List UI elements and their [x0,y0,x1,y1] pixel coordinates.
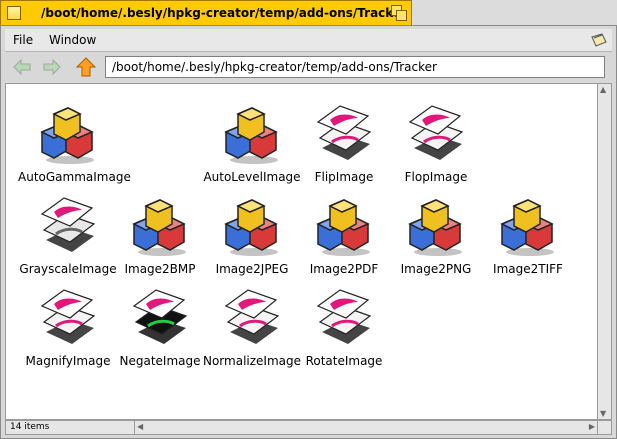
file-icon-item[interactable]: RotateImage [294,286,394,368]
close-box-icon[interactable] [7,6,21,20]
image-pages-icon [220,286,284,350]
file-name-label: Image2JPEG [215,262,289,276]
image-pages-icon [312,286,376,350]
file-name-label: Image2BMP [124,262,196,276]
path-field[interactable]: /boot/home/.besly/hpkg-creator/temp/add-… [105,56,605,78]
file-icon-item[interactable]: Image2TIFF [478,194,578,276]
scroll-up-icon[interactable]: ▲ [600,85,606,94]
image-pages-icon [36,286,100,350]
window-title-tab[interactable]: /boot/home/.besly/hpkg-creator/temp/add-… [0,0,412,26]
file-name-label: AutoGammaImage [18,170,131,184]
addon-cubes-icon [36,102,100,166]
scroll-right-icon[interactable]: ▶ [589,422,595,431]
file-name-label: GrayscaleImage [19,262,117,276]
file-icon-item[interactable]: MagnifyImage [18,286,118,368]
arrow-left-icon[interactable] [11,56,33,78]
tracker-window: File Window /boot/home/.besly/hpkg-creat… [0,25,617,439]
file-icon-item[interactable]: Image2BMP [110,194,210,276]
horizontal-scrollbar[interactable]: ◀ ▶ [135,420,598,435]
addon-cubes-icon [496,194,560,258]
file-icon-item[interactable]: NormalizeImage [202,286,302,368]
file-name-label: RotateImage [305,354,383,368]
file-name-label: Image2PNG [400,262,472,276]
menu-window[interactable]: Window [49,33,96,47]
file-name-label: FlopImage [404,170,468,184]
file-icon-item[interactable]: FlopImage [386,102,486,184]
file-icon-item[interactable]: Image2JPEG [202,194,302,276]
file-icon-item[interactable]: GrayscaleImage [18,194,118,276]
window-title: /boot/home/.besly/hpkg-creator/temp/add-… [41,6,408,20]
file-icon-item[interactable]: AutoGammaImage [18,102,131,184]
image-pages-icon [312,102,376,166]
file-icon-item[interactable]: NegateImage [110,286,210,368]
file-name-label: AutoLevelImage [203,170,301,184]
vertical-scrollbar[interactable]: ▲ ▼ [598,83,612,420]
file-name-label: FlipImage [314,170,374,184]
image-pages-icon [128,286,192,350]
arrow-right-icon[interactable] [41,56,63,78]
resize-grip-icon[interactable] [598,420,612,435]
addon-cubes-icon [220,194,284,258]
zoom-box-icon[interactable] [391,5,407,21]
tracker-menu-icon[interactable] [590,32,608,48]
file-name-label: MagnifyImage [25,354,111,368]
file-icon-item[interactable]: Image2PDF [294,194,394,276]
navigation-toolbar: /boot/home/.besly/hpkg-creator/temp/add-… [5,52,612,82]
file-icon-item[interactable]: Image2PNG [386,194,486,276]
image-pages-icon [404,102,468,166]
addon-cubes-icon [220,102,284,166]
scroll-left-icon[interactable]: ◀ [137,422,143,431]
arrow-up-icon[interactable] [75,56,97,78]
menu-file[interactable]: File [13,33,33,47]
file-icon-view[interactable]: AutoGammaImage AutoLevelImage FlipImage … [5,83,598,420]
menu-bar: File Window [5,29,612,52]
addon-cubes-icon [128,194,192,258]
file-name-label: Image2TIFF [493,262,563,276]
addon-cubes-icon [312,194,376,258]
addon-cubes-icon [404,194,468,258]
status-count: 14 items [5,420,135,435]
file-name-label: NormalizeImage [202,354,301,368]
scroll-down-icon[interactable]: ▼ [600,409,606,418]
file-name-label: Image2PDF [309,262,379,276]
file-name-label: NegateImage [119,354,201,368]
image-pages-icon [36,194,100,258]
file-icon-item[interactable]: FlipImage [294,102,394,184]
file-icon-item[interactable]: AutoLevelImage [202,102,302,184]
